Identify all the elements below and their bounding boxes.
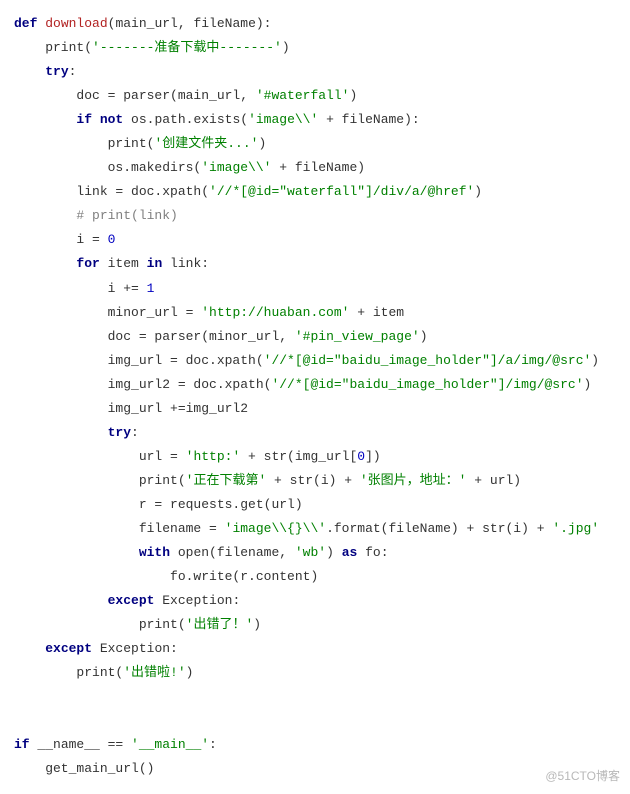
- line-2: print('-------准备下载中-------'): [14, 40, 290, 55]
- line-6: print('创建文件夹...'): [14, 136, 266, 151]
- line-15: img_url = doc.xpath('//*[@id="baidu_imag…: [14, 353, 599, 368]
- line-31: if __name__ == '__main__':: [14, 737, 217, 752]
- line-11: for item in link:: [14, 256, 209, 271]
- watermark-text: @51CTO博客: [545, 765, 620, 787]
- line-12: i += 1: [14, 281, 154, 296]
- line-18: try:: [14, 425, 139, 440]
- line-16: img_url2 = doc.xpath('//*[@id="baidu_ima…: [14, 377, 591, 392]
- line-22: filename = 'image\\{}\\'.format(fileName…: [14, 521, 599, 536]
- line-19: url = 'http:' + str(img_url[0]): [14, 449, 381, 464]
- line-24: fo.write(r.content): [14, 569, 318, 584]
- line-32: get_main_url(): [14, 761, 154, 776]
- line-28: print('出错啦!'): [14, 665, 193, 680]
- line-21: r = requests.get(url): [14, 497, 303, 512]
- line-17: img_url +=img_url2: [14, 401, 248, 416]
- line-14: doc = parser(minor_url, '#pin_view_page'…: [14, 329, 428, 344]
- line-25: except Exception:: [14, 593, 240, 608]
- line-20: print('正在下载第' + str(i) + '张图片，地址：' + url…: [14, 473, 521, 488]
- line-5: if not os.path.exists('image\\' + fileNa…: [14, 112, 420, 127]
- line-9: # print(link): [14, 208, 178, 223]
- line-8: link = doc.xpath('//*[@id="waterfall"]/d…: [14, 184, 482, 199]
- line-27: except Exception:: [14, 641, 178, 656]
- line-10: i = 0: [14, 232, 115, 247]
- line-23: with open(filename, 'wb') as fo:: [14, 545, 389, 560]
- line-1: def download(main_url, fileName):: [14, 16, 271, 31]
- line-26: print('出错了！'): [14, 617, 261, 632]
- code-block: def download(main_url, fileName): print(…: [14, 12, 616, 782]
- line-7: os.makedirs('image\\' + fileName): [14, 160, 365, 175]
- line-13: minor_url = 'http://huaban.com' + item: [14, 305, 404, 320]
- line-4: doc = parser(main_url, '#waterfall'): [14, 88, 357, 103]
- line-3: try:: [14, 64, 76, 79]
